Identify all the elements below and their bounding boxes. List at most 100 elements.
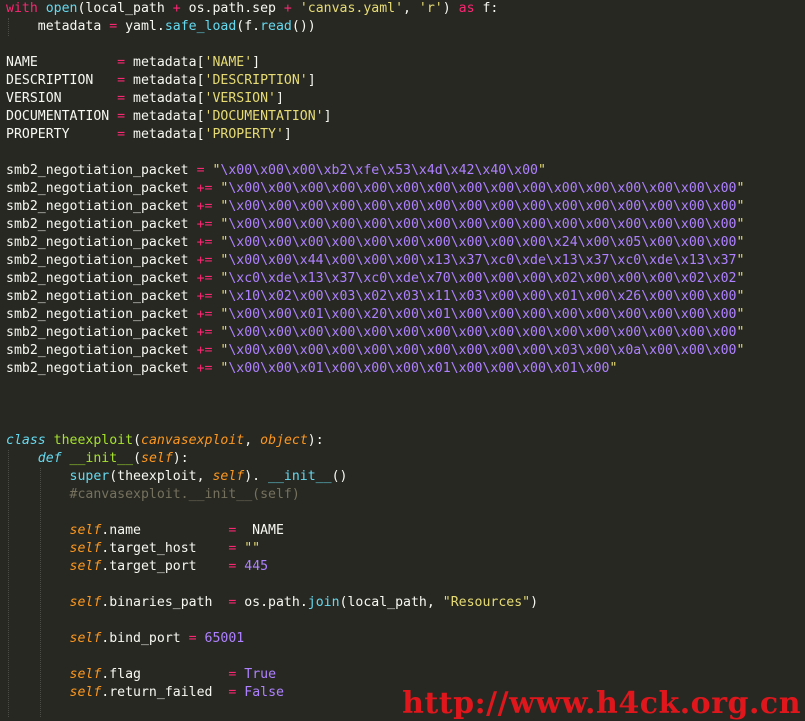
code-line: smb2_negotiation_packet += "\x00\x00\x00… <box>6 342 744 360</box>
code-token: \x10\x02\x00\x03\x02\x03\x11\x03\x00\x00… <box>228 289 737 304</box>
code-token: safe_load <box>164 19 237 34</box>
code-token: smb2_negotiation_packet <box>6 163 197 178</box>
code-line: metadata = yaml.safe_load(f.read()) <box>6 18 316 36</box>
code-line: smb2_negotiation_packet += "\x00\x00\x01… <box>6 360 617 378</box>
code-line: smb2_negotiation_packet += "\x00\x00\x00… <box>6 324 744 342</box>
code-line: self.bind_port = 65001 <box>6 630 245 648</box>
code-token: " <box>212 217 229 232</box>
code-token: += <box>196 343 213 358</box>
code-line: self.binaries_path = os.path.join(local_… <box>6 594 539 612</box>
code-token: __init__ <box>69 451 134 466</box>
code-token: self <box>69 685 102 700</box>
code-token: " <box>212 199 229 214</box>
code-line: self.return_failed = False <box>6 684 284 702</box>
code-token: smb2_negotiation_packet <box>6 217 197 232</box>
code-token: def <box>37 451 62 466</box>
code-token: class <box>6 433 46 448</box>
code-token: smb2_negotiation_packet <box>6 181 197 196</box>
code-line: smb2_negotiation_packet += "\x00\x00\x01… <box>6 306 744 324</box>
code-token: \x00\x00\x00\x00\x00\x00\x00\x00\x00\x00… <box>228 181 737 196</box>
code-token: " <box>212 181 229 196</box>
code-token: super <box>69 469 110 484</box>
code-token: ()) <box>291 19 316 34</box>
code-token: NAME <box>236 523 284 538</box>
code-token: smb2_negotiation_packet <box>6 289 197 304</box>
code-token: " <box>736 235 745 250</box>
code-token: theexploit <box>53 433 134 448</box>
code-token: \x00\x00\x00\x00\x00\x00\x00\x00\x00\x00… <box>228 325 737 340</box>
code-token: += <box>196 181 213 196</box>
code-token: " <box>736 307 745 322</box>
code-token: .return_failed <box>101 685 229 700</box>
code-token: = <box>117 127 126 142</box>
code-line: smb2_negotiation_packet += "\xc0\xde\x13… <box>6 270 744 288</box>
code-token: 'NAME' <box>204 55 253 70</box>
code-line: class theexploit(canvasexploit, object): <box>6 432 324 450</box>
code-token: += <box>196 361 213 376</box>
code-line: smb2_negotiation_packet += "\x00\x00\x00… <box>6 198 744 216</box>
code-token: 'r' <box>418 1 443 16</box>
code-token: ) <box>530 595 539 610</box>
code-token: " <box>212 289 229 304</box>
code-line: PROPERTY = metadata['PROPERTY'] <box>6 126 292 144</box>
code-line: DESCRIPTION = metadata['DESCRIPTION'] <box>6 72 316 90</box>
code-token: \x00\x00\x00\x00\x00\x00\x00\x00\x00\x00… <box>228 235 737 250</box>
code-token: PROPERTY <box>6 127 118 142</box>
code-token: 65001 <box>204 631 245 646</box>
code-token: \x00\x00\x00\xb2\xfe\x53\x4d\x42\x40\x00 <box>220 163 538 178</box>
code-token: () <box>331 469 348 484</box>
code-token: "" <box>236 541 261 556</box>
code-token: " <box>212 253 229 268</box>
code-token: \x00\x00\x00\x00\x00\x00\x00\x00\x00\x00… <box>228 343 737 358</box>
code-token: (theexploit, <box>109 469 213 484</box>
code-token: VERSION <box>6 91 118 106</box>
code-token: " <box>204 163 221 178</box>
code-token: = <box>117 91 126 106</box>
code-token: ): <box>307 433 324 448</box>
code-token: ( <box>133 433 142 448</box>
code-token: " <box>212 343 229 358</box>
code-line: #canvasexploit.__init__(self) <box>6 486 300 504</box>
code-token: self <box>69 667 102 682</box>
code-token: metadata <box>6 19 110 34</box>
code-token: " <box>212 361 229 376</box>
code-token: ( <box>133 451 142 466</box>
watermark-url: http://www.h4ck.org.cn <box>402 686 801 721</box>
code-token: False <box>244 685 284 700</box>
code-token: metadata[ <box>125 109 205 124</box>
code-token: NAME <box>6 55 118 70</box>
code-token: " <box>736 271 745 286</box>
code-token: True <box>244 667 277 682</box>
code-editor[interactable]: with open(local_path + os.path.sep + 'ca… <box>0 0 805 717</box>
code-token: = <box>196 163 205 178</box>
code-token: " <box>609 361 618 376</box>
code-token: \x00\x00\x00\x00\x00\x00\x00\x00\x00\x00… <box>228 199 737 214</box>
code-token: os.path.sep <box>180 1 284 16</box>
code-token: .name <box>101 523 229 538</box>
code-token: 445 <box>244 559 269 574</box>
code-line: with open(local_path + os.path.sep + 'ca… <box>6 0 498 18</box>
code-line: smb2_negotiation_packet += "\x00\x00\x00… <box>6 216 744 234</box>
code-token: f: <box>474 1 499 16</box>
code-line: DOCUMENTATION = metadata['DOCUMENTATION'… <box>6 108 332 126</box>
code-line: smb2_negotiation_packet = "\x00\x00\x00\… <box>6 162 546 180</box>
code-token: = <box>117 73 126 88</box>
code-line: def __init__(self): <box>6 450 189 468</box>
code-token: canvasexploit <box>141 433 245 448</box>
code-token: , <box>403 1 419 16</box>
code-token: .bind_port <box>101 631 189 646</box>
code-token: smb2_negotiation_packet <box>6 271 197 286</box>
code-token: 'canvas.yaml' <box>291 1 404 16</box>
code-token: smb2_negotiation_packet <box>6 325 197 340</box>
code-token: (local_path, <box>339 595 443 610</box>
